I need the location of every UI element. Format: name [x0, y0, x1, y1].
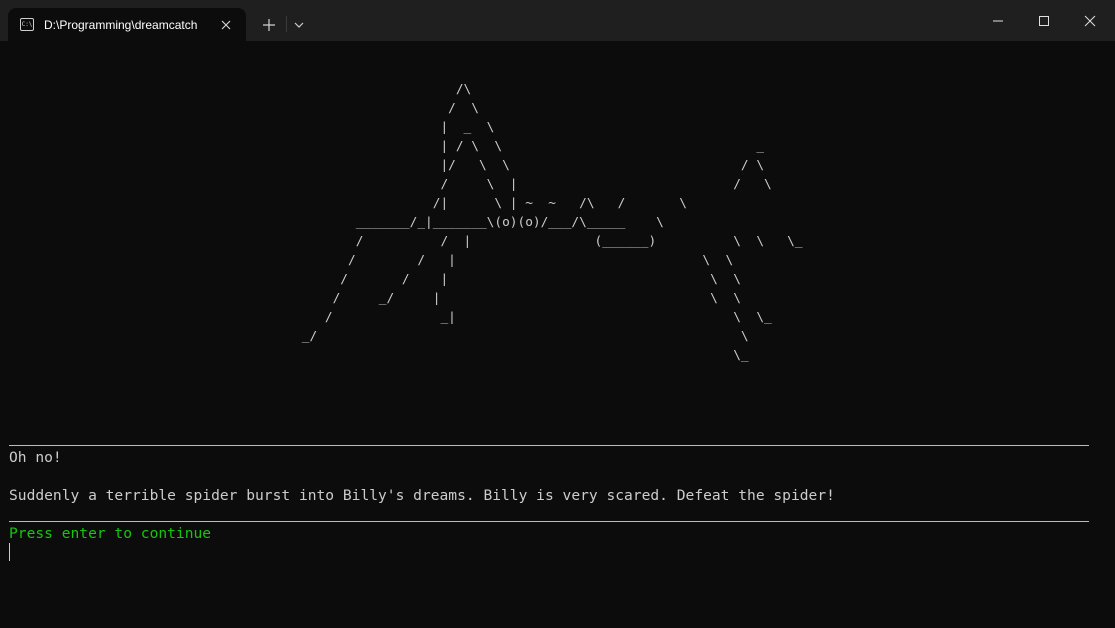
- terminal-window: C:\ D:\Programming\dreamcatch /\ / \ | _…: [0, 0, 1115, 628]
- new-tab-button[interactable]: [258, 14, 280, 36]
- continue-prompt: Press enter to continue: [9, 525, 212, 542]
- tab-title: D:\Programming\dreamcatch: [44, 18, 198, 32]
- chevron-down-icon: [294, 22, 304, 28]
- separator-line: [9, 521, 1089, 522]
- spider-ascii-art: /\ / \ | _ \ | / \ \ _ |/ \ \ / \ / \ | …: [301, 82, 803, 363]
- terminal-output: /\ / \ | _ \ | / \ \ _ |/ \ \ / \ / \ | …: [9, 80, 1109, 365]
- text-cursor[interactable]: [9, 543, 10, 561]
- close-window-button[interactable]: [1067, 0, 1113, 41]
- maximize-icon: [1039, 16, 1049, 26]
- plus-icon: [263, 19, 275, 31]
- maximize-button[interactable]: [1021, 0, 1067, 41]
- close-icon: [1084, 15, 1096, 27]
- tab-dropdown-button[interactable]: [291, 17, 307, 33]
- tab-divider: [286, 16, 287, 32]
- message-body: Suddenly a terrible spider burst into Bi…: [9, 487, 835, 504]
- message-title: Oh no!: [9, 449, 62, 466]
- message-block: Oh no! Suddenly a terrible spider burst …: [9, 448, 1109, 505]
- terminal-icon: C:\: [20, 18, 34, 31]
- minimize-icon: [993, 20, 1003, 22]
- minimize-button[interactable]: [975, 0, 1021, 41]
- tab-dreamcatch[interactable]: C:\ D:\Programming\dreamcatch: [8, 8, 246, 41]
- message-blank: [9, 467, 1109, 486]
- separator-line: [9, 445, 1089, 446]
- close-icon[interactable]: [218, 17, 234, 33]
- title-bar: C:\ D:\Programming\dreamcatch: [0, 0, 1115, 41]
